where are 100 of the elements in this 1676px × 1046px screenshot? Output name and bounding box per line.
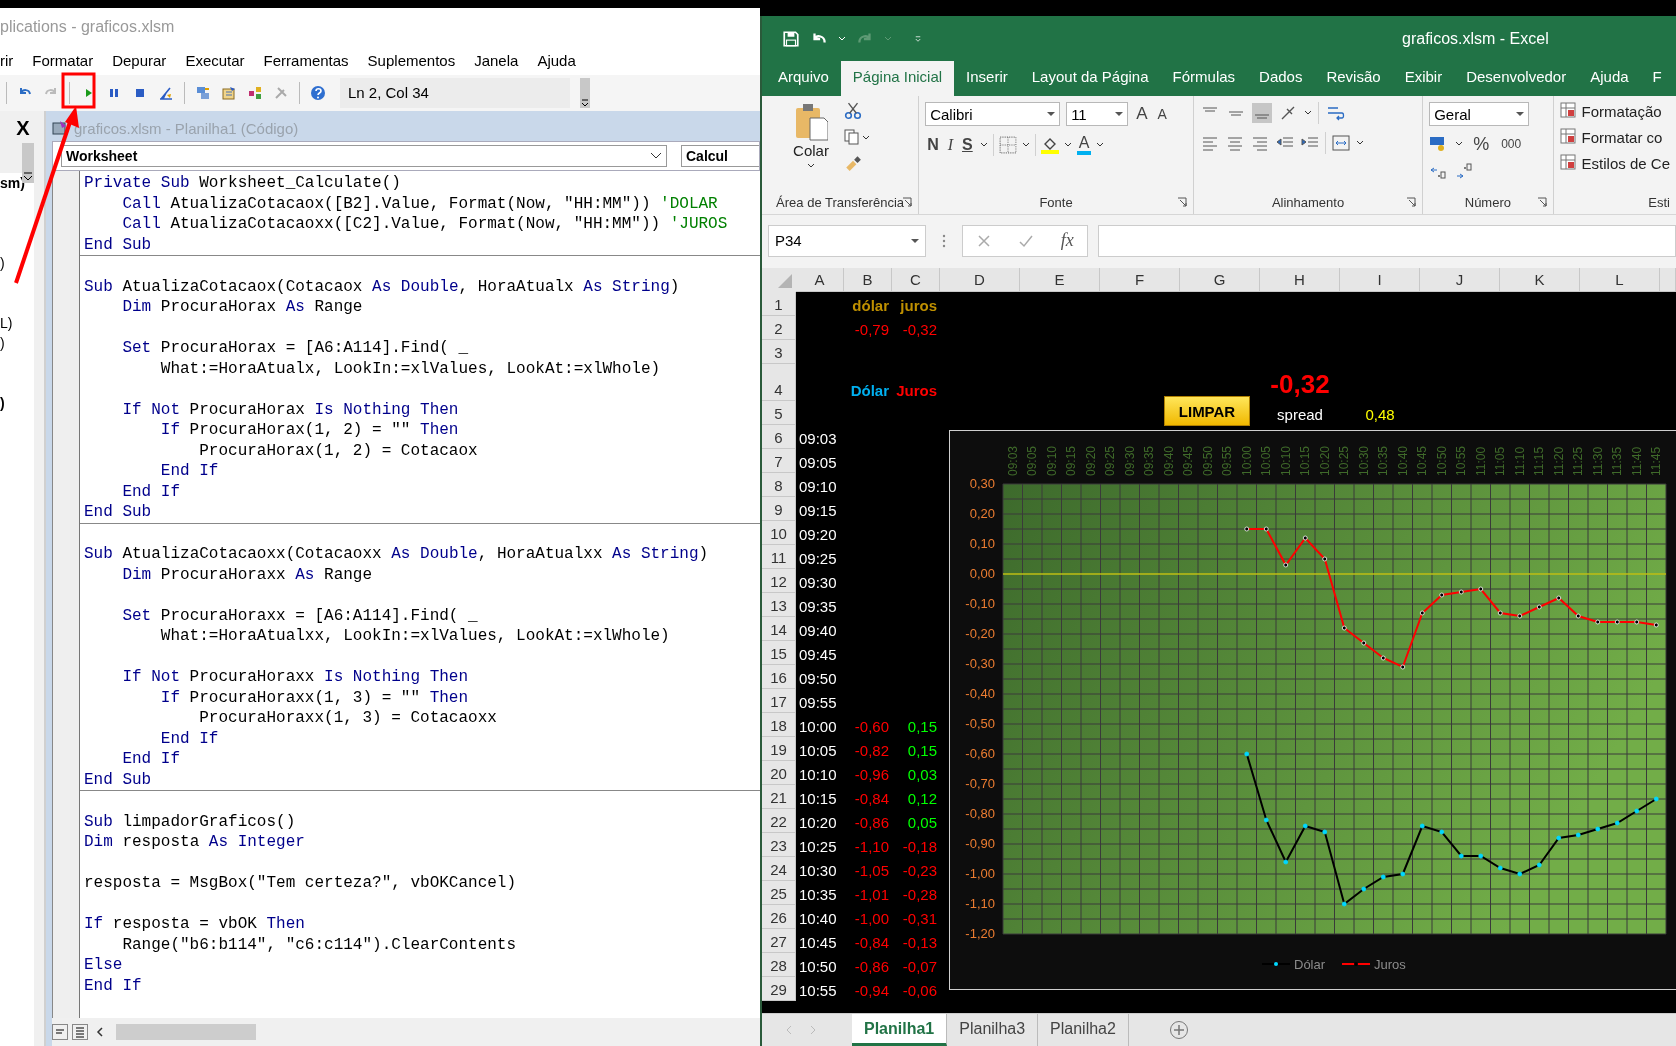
row-number[interactable]: 10 [762, 521, 796, 545]
project-explorer-icon[interactable] [195, 85, 211, 101]
row-number[interactable]: 16 [762, 665, 796, 689]
paste-button[interactable]: Colar [768, 102, 834, 190]
caret-icon[interactable] [838, 35, 846, 42]
ribbon-tab[interactable]: Exibir [1392, 61, 1455, 96]
procedure-dropdown[interactable]: Calcul [681, 145, 759, 167]
row-number[interactable]: 5 [762, 401, 796, 425]
caret-icon[interactable] [1455, 141, 1464, 147]
format-painter-icon[interactable] [844, 154, 862, 172]
row-number[interactable]: 29 [762, 977, 796, 1001]
object-dropdown[interactable]: Worksheet [61, 145, 667, 167]
column-header[interactable]: F [1100, 268, 1180, 292]
properties-icon[interactable] [221, 85, 237, 101]
dialog-launcher-icon[interactable] [1176, 197, 1187, 207]
dialog-launcher-icon[interactable] [1536, 197, 1547, 207]
column-header[interactable]: E [1020, 268, 1100, 292]
row-number[interactable]: 22 [762, 809, 796, 833]
toolbar-options-icon[interactable] [580, 78, 590, 108]
row-number[interactable]: 25 [762, 881, 796, 905]
menu-item[interactable]: Depurar [112, 51, 167, 69]
decrease-decimal-icon[interactable] [1455, 162, 1474, 180]
row-number[interactable]: 8 [762, 473, 796, 497]
ribbon-tab[interactable]: Página Inicial [840, 61, 955, 96]
row-number[interactable]: 4 [762, 364, 796, 401]
shrink-font-button[interactable]: A [1155, 104, 1169, 124]
sheet-tab[interactable]: Planilha1 [852, 1014, 948, 1046]
ribbon-tab[interactable]: Ajuda [1578, 61, 1641, 96]
row-number[interactable]: 2 [762, 316, 796, 340]
name-box[interactable]: P34 [768, 224, 926, 257]
caret-icon[interactable] [1063, 142, 1072, 148]
dialog-launcher-icon[interactable] [902, 197, 913, 207]
sheet-tab[interactable]: Planilha2 [1038, 1014, 1129, 1046]
row-number[interactable]: 20 [762, 761, 796, 785]
procedure-view-icon[interactable] [52, 1024, 68, 1040]
menu-item[interactable]: Janela [474, 51, 519, 69]
add-sheet-icon[interactable] [1168, 1020, 1189, 1040]
thousands-button[interactable]: 000 [1499, 134, 1524, 154]
ribbon-tab[interactable]: Desenvolvedor [1454, 61, 1579, 96]
styles-button[interactable]: Formatação [1559, 102, 1670, 120]
row-number[interactable]: 18 [762, 713, 796, 737]
row-number[interactable]: 13 [762, 593, 796, 617]
menu-item[interactable]: Ajuda [537, 51, 576, 69]
row-number[interactable]: 21 [762, 785, 796, 809]
row-number[interactable]: 19 [762, 737, 796, 761]
project-item[interactable]: L) [0, 315, 13, 331]
row-number[interactable]: 28 [762, 953, 796, 977]
caret-icon[interactable] [1115, 111, 1124, 117]
sheet-tab[interactable]: Planilha3 [947, 1014, 1039, 1046]
project-item[interactable]: ) [0, 255, 5, 271]
align-bottom-icon[interactable] [1251, 103, 1272, 123]
object-browser-icon[interactable] [247, 85, 263, 101]
menu-item[interactable]: Formatar [32, 51, 94, 69]
row-number[interactable]: 23 [762, 833, 796, 857]
caret-icon[interactable] [1096, 142, 1105, 148]
row-number[interactable]: 24 [762, 857, 796, 881]
row-number[interactable]: 27 [762, 929, 796, 953]
chevron-icon[interactable] [650, 152, 662, 160]
column-header[interactable]: G [1180, 268, 1260, 292]
ribbon-tab[interactable]: Arquivo [766, 61, 841, 96]
column-header[interactable]: A [796, 268, 844, 292]
font-size-field[interactable]: 11 [1066, 102, 1129, 126]
column-header[interactable]: L [1580, 268, 1660, 292]
row-number[interactable]: 1 [762, 292, 796, 316]
caret-icon[interactable] [1047, 111, 1056, 117]
full-module-view-icon[interactable] [72, 1024, 88, 1040]
column-header[interactable]: C [892, 268, 940, 292]
design-mode-icon[interactable] [158, 85, 174, 101]
caret-icon[interactable] [1021, 142, 1030, 148]
styles-button[interactable]: Formatar co [1559, 128, 1670, 146]
row-number[interactable]: 12 [762, 569, 796, 593]
customize-toolbar-icon[interactable] [914, 35, 922, 42]
column-header[interactable]: D [940, 268, 1020, 292]
dialog-launcher-icon[interactable] [1406, 197, 1417, 207]
caret-icon[interactable] [1355, 140, 1364, 146]
project-item[interactable]: ) [0, 395, 5, 411]
column-header[interactable]: J [1420, 268, 1500, 292]
menu-item[interactable]: rir [0, 51, 14, 69]
column-header[interactable]: I [1340, 268, 1420, 292]
column-header[interactable]: H [1260, 268, 1340, 292]
number-format-field[interactable]: Geral [1429, 102, 1530, 126]
clipboard-icon[interactable] [794, 102, 828, 142]
caret-icon[interactable] [911, 237, 919, 244]
merge-cells-icon[interactable] [1330, 133, 1351, 153]
fill-color-icon[interactable] [1040, 136, 1059, 154]
italic-button[interactable]: I [945, 135, 956, 155]
menu-item[interactable]: Suplementos [367, 51, 456, 69]
formula-field[interactable] [1098, 224, 1676, 257]
column-header[interactable]: B [844, 268, 892, 292]
row-number[interactable]: 15 [762, 641, 796, 665]
row-number[interactable]: 14 [762, 617, 796, 641]
clear-button[interactable]: LIMPAR [1164, 396, 1250, 426]
save-icon[interactable] [782, 29, 800, 48]
help-icon[interactable] [310, 85, 326, 101]
scrollbar-thumb[interactable] [116, 1024, 256, 1040]
row-number[interactable]: 9 [762, 497, 796, 521]
underline-button[interactable]: S [960, 135, 975, 155]
menu-item[interactable]: Ferramentas [263, 51, 349, 69]
project-item[interactable]: ) [0, 335, 5, 351]
font-name-field[interactable]: Calibri [925, 102, 1061, 126]
